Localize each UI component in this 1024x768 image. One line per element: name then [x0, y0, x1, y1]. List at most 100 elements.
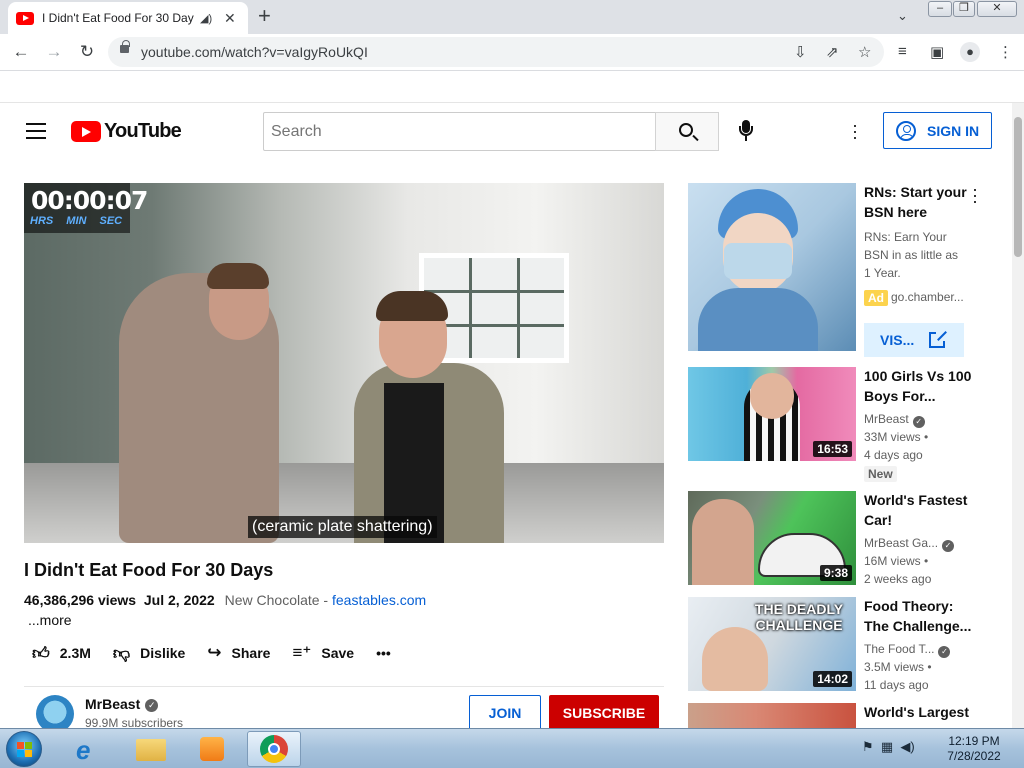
new-tab-button[interactable]: +	[258, 5, 271, 27]
install-app-icon[interactable]: ⇩	[794, 43, 807, 61]
timer-time: 00:00:07	[31, 186, 148, 215]
taskbar-file-explorer[interactable]	[124, 731, 178, 767]
related-views: 33M views •	[864, 430, 929, 444]
related-thumbnail[interactable]: 9:38	[688, 491, 856, 585]
speaker-icon[interactable]: ◢)	[200, 12, 214, 25]
action-center-flag-icon[interactable]: ⚑	[862, 739, 874, 754]
window-minimize-button[interactable]: –	[928, 1, 952, 17]
thumb-face	[750, 373, 794, 419]
related-channel[interactable]: MrBeast ✓	[864, 412, 925, 428]
related-thumbnail[interactable]: 16:53	[688, 367, 856, 461]
sign-in-button[interactable]: SIGN IN	[883, 112, 992, 149]
verified-check-icon: ✓	[912, 416, 925, 428]
video-title: I Didn't Eat Food For 30 Days	[24, 560, 274, 580]
youtube-play-icon	[71, 120, 101, 142]
thumbs-down-icon: 👎︎	[112, 643, 131, 663]
side-panel-icon[interactable]: ▣	[930, 43, 944, 61]
tab-search-chevron-icon[interactable]: ⌄	[897, 8, 908, 24]
ad-badge: Ad	[864, 290, 888, 306]
network-icon[interactable]: ▦	[881, 739, 893, 754]
more-actions-button[interactable]: •••	[376, 645, 391, 661]
ad-title[interactable]: RNs: Start your BSN here	[864, 182, 974, 222]
related-title[interactable]: Food Theory: The Challenge...	[864, 596, 974, 636]
subscribe-button[interactable]: SUBSCRIBE	[549, 695, 659, 731]
url-text[interactable]: youtube.com/watch?v=vaIgyRoUkQI	[141, 44, 368, 60]
window-close-button[interactable]: ✕	[977, 1, 1017, 17]
related-thumbnail[interactable]	[688, 703, 856, 728]
search-input[interactable]	[264, 113, 655, 150]
ad-visit-button[interactable]: VIS...	[864, 323, 964, 357]
video-actions: 👍︎ 2.3M 👎︎ Dislike ↪ Share ≡⁺ Save •••	[32, 642, 413, 664]
chrome-menu-icon[interactable]: ⋮	[998, 43, 1013, 61]
media-queue-icon[interactable]: ≡	[898, 43, 907, 60]
bookmark-star-icon[interactable]: ☆	[858, 43, 871, 61]
more-horizontal-icon: •••	[376, 645, 391, 661]
ad-thumbnail[interactable]	[688, 183, 856, 351]
media-player-icon	[200, 737, 224, 761]
video-metadata: 46,386,296 views Jul 2, 2022 New Chocola…	[24, 592, 426, 608]
share-button[interactable]: ↪ Share	[207, 643, 270, 663]
related-title[interactable]: World's Largest	[864, 702, 974, 728]
hamburger-menu-icon[interactable]	[26, 123, 46, 139]
scrollbar-thumb[interactable]	[1014, 117, 1022, 257]
related-channel[interactable]: MrBeast Ga... ✓	[864, 536, 955, 552]
channel-name-link[interactable]: MrBeast ✓	[85, 696, 159, 712]
view-count: 46,386,296 views	[24, 592, 137, 608]
logo-wordmark: YouTube	[104, 119, 182, 142]
search-button[interactable]	[655, 112, 719, 151]
taskbar-chrome[interactable]	[247, 731, 301, 767]
page-scrollbar[interactable]	[1012, 103, 1024, 728]
browser-toolbar: ← → ↻ youtube.com/watch?v=vaIgyRoUkQI ⇩ …	[0, 34, 1024, 71]
video-player[interactable]: 00:00:07 HRS MIN SEC (ceramic plate shat…	[24, 183, 664, 543]
ad-menu-kebab-icon[interactable]: · · ·	[972, 180, 978, 210]
browser-tab[interactable]: I Didn't Eat Food For 30 Days - YouTube …	[8, 2, 248, 34]
share-page-icon[interactable]: ⇗	[826, 43, 839, 61]
related-title[interactable]: 100 Girls Vs 100 Boys For...	[864, 366, 974, 406]
video-duration: 14:02	[813, 671, 852, 687]
browser-tab-strip: I Didn't Eat Food For 30 Days - YouTube …	[0, 0, 1024, 34]
ad-domain: go.chamber...	[891, 290, 964, 304]
share-label: Share	[231, 645, 271, 661]
show-more-link[interactable]: ...more	[28, 612, 72, 628]
microphone-icon[interactable]	[738, 120, 754, 142]
window-restore-button[interactable]: ❐	[953, 1, 975, 17]
volume-icon[interactable]: ◀)	[900, 739, 914, 754]
internet-explorer-icon: e	[76, 735, 91, 765]
reload-icon[interactable]: ↻	[76, 41, 98, 63]
thumb-face	[692, 499, 754, 585]
share-arrow-icon: ↪	[207, 643, 222, 662]
settings-kebab-icon[interactable]: · · ·	[852, 116, 858, 146]
forward-arrow-icon[interactable]: →	[43, 41, 65, 63]
search-box[interactable]	[263, 112, 656, 151]
ad-visit-label: VIS...	[880, 332, 915, 348]
lock-icon	[120, 40, 130, 53]
related-channel-name: The Food T...	[864, 642, 935, 656]
related-thumbnail[interactable]: THE DEADLY CHALLENGE 14:02	[688, 597, 856, 691]
channel-name: MrBeast	[85, 696, 141, 712]
taskbar-clock[interactable]: 12:19 PM 7/28/2022	[945, 734, 1003, 764]
taskbar-internet-explorer[interactable]: e	[62, 731, 116, 767]
system-tray: ⚑ ▦ ◀)	[862, 739, 915, 755]
youtube-logo[interactable]: YouTube	[71, 119, 182, 142]
save-button[interactable]: ≡⁺ Save	[292, 643, 354, 663]
external-link-icon	[929, 329, 948, 348]
back-arrow-icon[interactable]: ←	[10, 41, 32, 63]
dislike-button[interactable]: 👎︎ Dislike	[113, 643, 185, 664]
start-button[interactable]	[6, 731, 42, 767]
tab-close-icon[interactable]: ✕	[224, 10, 236, 27]
related-channel[interactable]: The Food T... ✓	[864, 642, 951, 658]
address-bar[interactable]: youtube.com/watch?v=vaIgyRoUkQI ⇩ ⇗ ☆	[108, 37, 884, 67]
related-age: 4 days ago	[864, 448, 923, 462]
timer-units: HRS MIN SEC	[30, 215, 123, 227]
profile-avatar-icon[interactable]: ●	[960, 42, 980, 62]
related-age: 2 weeks ago	[864, 572, 932, 586]
new-badge: New	[864, 466, 897, 482]
youtube-favicon-icon	[16, 11, 34, 25]
like-button[interactable]: 👍︎ 2.3M	[32, 643, 91, 664]
join-button[interactable]: JOIN	[469, 695, 541, 731]
dislike-label: Dislike	[140, 645, 186, 661]
description-link[interactable]: feastables.com	[332, 592, 426, 608]
taskbar-media-player[interactable]	[186, 731, 240, 767]
related-title[interactable]: World's Fastest Car!	[864, 490, 974, 530]
thumb-text: THE DEADLY CHALLENGE	[754, 601, 844, 633]
